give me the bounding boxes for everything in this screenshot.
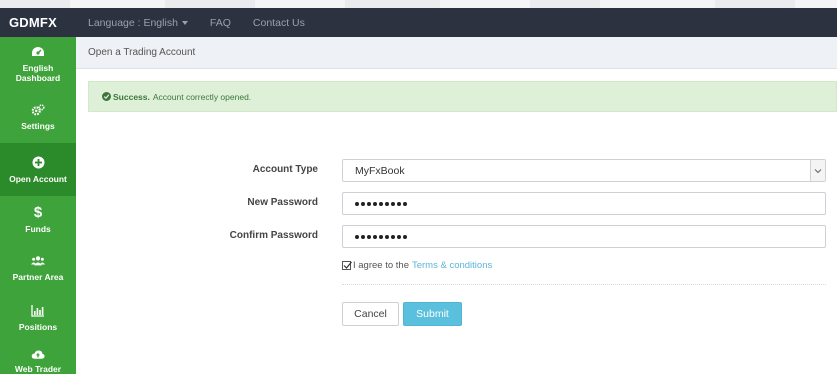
dollar-icon: $ bbox=[33, 203, 43, 221]
password-mask bbox=[355, 201, 407, 206]
users-icon bbox=[31, 254, 45, 268]
success-alert: Success. Account correctly opened. bbox=[88, 81, 837, 112]
terms-link[interactable]: Terms & conditions bbox=[412, 260, 492, 271]
main-content: Open a Trading Account Success. Account … bbox=[76, 37, 837, 374]
confirm-password-input[interactable] bbox=[342, 225, 826, 248]
sidebar-item-label: Partner Area bbox=[12, 272, 64, 282]
sidebar-item-label: Web Trader bbox=[14, 364, 62, 374]
nav-link-faq[interactable]: FAQ bbox=[210, 17, 231, 29]
brand-logo[interactable]: GDMFX bbox=[0, 8, 76, 37]
caret-down-icon bbox=[181, 20, 188, 25]
sidebar-item-label: Settings bbox=[21, 120, 55, 131]
nav-link-contact[interactable]: Contact Us bbox=[253, 17, 305, 29]
submit-button[interactable]: Submit bbox=[403, 302, 462, 326]
bar-chart-icon bbox=[31, 304, 45, 318]
watermark-block bbox=[345, 0, 440, 8]
account-type-value: MyFxBook bbox=[355, 164, 405, 177]
sidebar-item-settings[interactable]: Settings bbox=[0, 90, 76, 143]
alert-strong: Success. bbox=[113, 91, 150, 102]
sidebar-item-dashboard[interactable]: English Dashboard bbox=[0, 37, 76, 90]
confirm-password-label: Confirm Password bbox=[229, 230, 318, 241]
watermark-band bbox=[0, 0, 837, 8]
sidebar: English Dashboard Settings Open Account … bbox=[0, 37, 76, 374]
sidebar-item-label: Open Account bbox=[9, 173, 67, 184]
account-type-label: Account Type bbox=[252, 164, 318, 175]
dashboard-icon bbox=[31, 45, 45, 59]
chevron-down-icon[interactable] bbox=[810, 160, 825, 181]
account-type-select[interactable]: MyFxBook bbox=[342, 159, 826, 182]
cloud-upload-icon bbox=[31, 348, 45, 360]
cancel-button[interactable]: Cancel bbox=[342, 302, 399, 326]
alert-message: Account correctly opened. bbox=[152, 91, 252, 102]
terms-agreement: I agree to the Terms & conditions bbox=[342, 260, 492, 271]
sidebar-item-web-trader[interactable]: Web Trader bbox=[0, 343, 76, 374]
divider bbox=[342, 284, 826, 285]
sidebar-item-label: Dashboard bbox=[15, 72, 61, 83]
sidebar-item-partner-area[interactable]: Partner Area bbox=[0, 243, 76, 293]
agree-text: I agree to the bbox=[353, 260, 409, 271]
new-password-label: New Password bbox=[247, 197, 318, 208]
language-dropdown[interactable]: Language : English bbox=[88, 17, 188, 29]
password-mask bbox=[355, 234, 407, 239]
sidebar-item-open-account[interactable]: Open Account bbox=[0, 143, 76, 196]
check-circle-icon bbox=[102, 92, 111, 101]
language-label: Language : English bbox=[88, 16, 178, 29]
terms-checkbox[interactable] bbox=[342, 261, 352, 270]
sidebar-item-label: Funds bbox=[25, 223, 51, 234]
top-navbar: GDMFX Language : English FAQ Contact Us bbox=[0, 8, 837, 37]
sidebar-item-funds[interactable]: $ Funds bbox=[0, 196, 76, 243]
watermark-block bbox=[530, 0, 600, 8]
sidebar-item-label: English bbox=[22, 62, 54, 73]
plus-circle-icon bbox=[31, 156, 45, 170]
new-password-input[interactable] bbox=[342, 192, 826, 215]
sidebar-item-label: Positions bbox=[18, 322, 58, 332]
watermark-block bbox=[165, 0, 255, 8]
sidebar-item-positions[interactable]: Positions bbox=[0, 293, 76, 343]
gears-icon bbox=[31, 103, 45, 117]
breadcrumb: Open a Trading Account bbox=[76, 37, 837, 69]
watermark-block bbox=[0, 0, 70, 8]
page-title: Open a Trading Account bbox=[88, 47, 196, 58]
watermark-block bbox=[715, 0, 795, 8]
